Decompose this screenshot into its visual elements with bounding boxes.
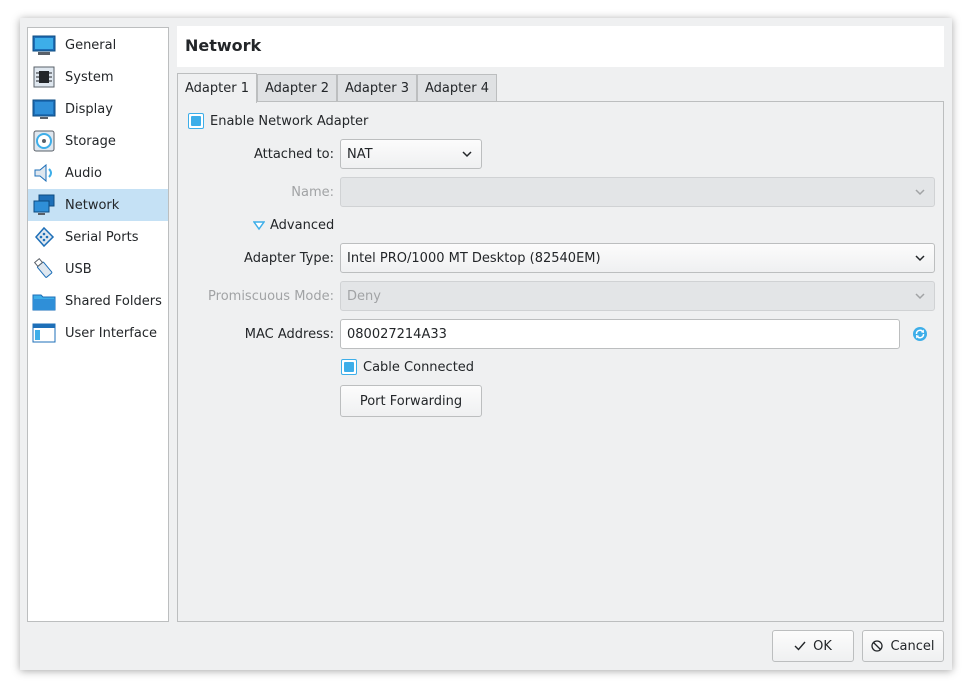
system-icon: [32, 65, 56, 89]
adapter-type-value: Intel PRO/1000 MT Desktop (82540EM): [347, 250, 601, 266]
cancel-label: Cancel: [890, 638, 935, 654]
display-icon: [32, 97, 56, 121]
cancel-button[interactable]: Cancel: [862, 630, 944, 662]
name-label: Name:: [291, 185, 334, 200]
usb-icon: [32, 257, 56, 281]
promiscuous-mode-label: Promiscuous Mode:: [208, 289, 334, 304]
attached-to-select[interactable]: NAT: [340, 139, 482, 169]
tab-adapter-4[interactable]: Adapter 4: [417, 74, 497, 102]
advanced-label: Advanced: [270, 218, 335, 233]
sidebar-item-label: Audio: [65, 165, 102, 181]
settings-dialog: General System Display Storage Audio Net…: [20, 18, 952, 670]
tab-label: Adapter 3: [345, 81, 409, 96]
adapter-type-label: Adapter Type:: [244, 251, 334, 266]
attached-to-label: Attached to:: [253, 147, 334, 162]
enable-network-adapter-checkbox[interactable]: [188, 113, 204, 129]
network-icon: [32, 193, 56, 217]
audio-icon: [32, 161, 56, 185]
page-header: Network: [177, 26, 944, 67]
chevron-down-icon: [915, 189, 925, 196]
shared-folders-icon: [32, 289, 56, 313]
tab-adapter-1[interactable]: Adapter 1: [177, 73, 257, 103]
general-icon: [32, 33, 56, 57]
port-forwarding-label: Port Forwarding: [359, 393, 463, 409]
cable-connected-checkbox[interactable]: [341, 359, 357, 375]
mac-address-input[interactable]: 080027214A33: [340, 319, 900, 349]
mac-address-value: 080027214A33: [347, 326, 447, 342]
sidebar-item-label: System: [65, 69, 114, 85]
sidebar-item-shared-folders[interactable]: Shared Folders: [28, 285, 168, 317]
chevron-down-icon: [462, 151, 472, 158]
enable-network-adapter-label: Enable Network Adapter: [210, 114, 369, 129]
advanced-toggle[interactable]: Advanced: [253, 218, 334, 233]
ok-button[interactable]: OK: [772, 630, 854, 662]
sidebar-item-label: Shared Folders: [65, 293, 162, 309]
adapter-type-select[interactable]: Intel PRO/1000 MT Desktop (82540EM): [340, 243, 935, 273]
settings-sidebar: General System Display Storage Audio Net…: [27, 27, 169, 622]
ok-label: OK: [813, 638, 832, 654]
name-select[interactable]: [340, 177, 935, 207]
sidebar-item-network[interactable]: Network: [28, 189, 168, 221]
sidebar-item-general[interactable]: General: [28, 29, 168, 61]
tab-adapter-3[interactable]: Adapter 3: [337, 74, 417, 102]
sidebar-item-display[interactable]: Display: [28, 93, 168, 125]
sidebar-item-label: Serial Ports: [65, 229, 139, 245]
promiscuous-mode-value: Deny: [347, 288, 381, 304]
attached-to-value: NAT: [347, 146, 373, 162]
port-forwarding-button[interactable]: Port Forwarding: [340, 385, 482, 417]
checkmark-icon: [794, 641, 806, 651]
mac-address-label: MAC Address:: [244, 327, 334, 342]
refresh-mac-button[interactable]: [912, 326, 928, 342]
sidebar-item-usb[interactable]: USB: [28, 253, 168, 285]
sidebar-item-label: Display: [65, 101, 113, 117]
sidebar-item-user-interface[interactable]: User Interface: [28, 317, 168, 349]
tab-adapter-2[interactable]: Adapter 2: [257, 74, 337, 102]
chevron-down-icon: [915, 293, 925, 300]
sidebar-item-label: General: [65, 37, 117, 53]
sidebar-item-label: Storage: [65, 133, 116, 149]
tab-label: Adapter 2: [265, 81, 329, 96]
cable-connected-label: Cable Connected: [363, 360, 475, 375]
sidebar-item-label: User Interface: [65, 325, 157, 341]
triangle-down-icon: [253, 220, 265, 230]
adapter-panel: Enable Network Adapter Attached to: NAT …: [177, 101, 944, 622]
serial-ports-icon: [32, 225, 56, 249]
sidebar-item-label: USB: [65, 261, 92, 277]
cancel-icon: [871, 640, 884, 652]
sidebar-item-system[interactable]: System: [28, 61, 168, 93]
user-interface-icon: [32, 321, 56, 345]
refresh-icon: [913, 327, 927, 341]
sidebar-item-label: Network: [65, 197, 120, 213]
promiscuous-mode-select[interactable]: Deny: [340, 281, 935, 311]
sidebar-item-audio[interactable]: Audio: [28, 157, 168, 189]
sidebar-item-storage[interactable]: Storage: [28, 125, 168, 157]
sidebar-item-serial-ports[interactable]: Serial Ports: [28, 221, 168, 253]
tab-label: Adapter 1: [185, 81, 249, 96]
chevron-down-icon: [915, 255, 925, 262]
storage-icon: [32, 129, 56, 153]
page-title: Network: [185, 36, 262, 55]
tab-label: Adapter 4: [425, 81, 489, 96]
